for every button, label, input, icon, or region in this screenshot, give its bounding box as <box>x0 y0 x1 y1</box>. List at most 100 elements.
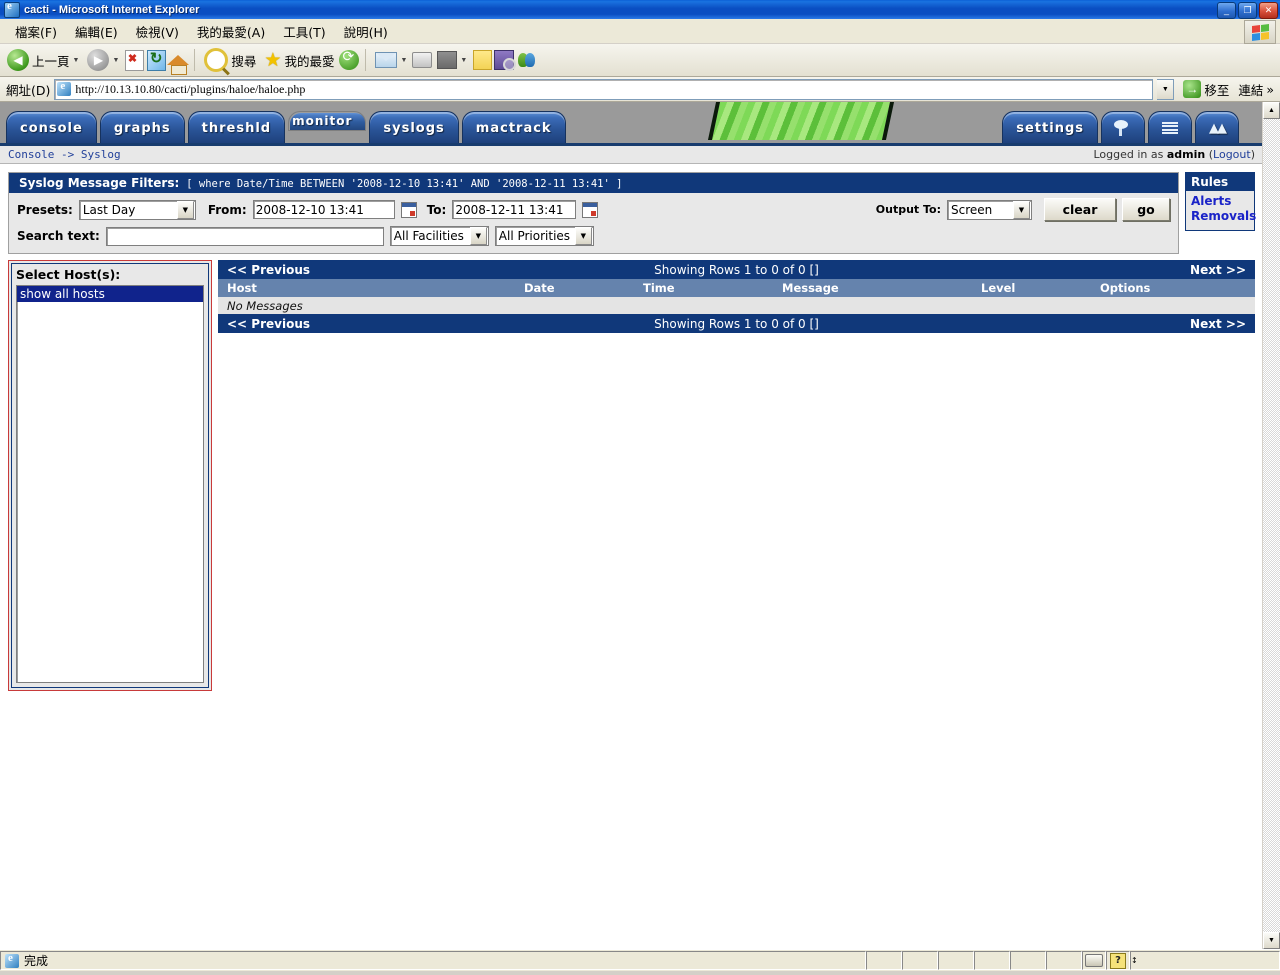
col-message[interactable]: Message <box>773 281 972 295</box>
from-calendar-icon[interactable] <box>400 201 417 218</box>
scroll-down-button[interactable]: ▼ <box>1263 932 1280 949</box>
breadcrumb[interactable]: Console -> Syslog <box>8 148 121 161</box>
maximize-button[interactable]: ❐ <box>1238 2 1257 19</box>
forward-button[interactable]: ▶ ▼ <box>84 47 122 73</box>
refresh-button[interactable] <box>146 49 166 71</box>
from-input[interactable]: 2008-12-10 13:41 <box>252 200 395 219</box>
col-date[interactable]: Date <box>515 281 634 295</box>
close-button[interactable]: ✕ <box>1259 2 1278 19</box>
next-link-top[interactable]: Next >> <box>1190 263 1246 277</box>
menu-file[interactable]: 檔案(F) <box>6 19 66 44</box>
chevron-down-icon: ▼ <box>574 227 592 245</box>
updown-icon: ↕ <box>1131 955 1138 965</box>
tab-list-button[interactable] <box>1148 111 1192 143</box>
notes-button[interactable] <box>472 50 492 70</box>
menu-view[interactable]: 檢視(V) <box>127 19 188 44</box>
facilities-select[interactable]: All Facilities ▼ <box>389 226 489 246</box>
logout-open-paren: ( <box>1205 148 1214 161</box>
links-button[interactable]: 連結 » <box>1238 80 1278 99</box>
filter-panel-body: Presets: Last Day ▼ From: 2008-12-10 13:… <box>9 193 1178 253</box>
media-button[interactable] <box>339 48 360 70</box>
previous-link-bottom[interactable]: << Previous <box>227 317 310 331</box>
syslog-results-table: << Previous Showing Rows 1 to 0 of 0 [] … <box>218 260 1255 333</box>
logout-link[interactable]: Logout <box>1213 148 1251 161</box>
address-url-text: http://10.13.10.80/cacti/plugins/haloe/h… <box>75 81 306 96</box>
address-input[interactable]: http://10.13.10.80/cacti/plugins/haloe/h… <box>54 78 1154 100</box>
to-input[interactable]: 2008-12-11 13:41 <box>452 200 577 219</box>
presets-select[interactable]: Last Day ▼ <box>78 199 196 220</box>
help-status-icon[interactable]: ? <box>1106 951 1130 970</box>
col-host[interactable]: Host <box>218 281 515 295</box>
menu-bar: 檔案(F) 編輯(E) 檢視(V) 我的最愛(A) 工具(T) 說明(H) <box>0 19 1280 44</box>
minimize-button[interactable]: _ <box>1217 2 1236 19</box>
edit-button[interactable]: ▼ <box>434 49 470 71</box>
messenger-button[interactable] <box>516 50 536 70</box>
toolbar-divider-2 <box>365 49 367 71</box>
menu-tools[interactable]: 工具(T) <box>274 19 334 44</box>
mail-dropdown-icon[interactable]: ▼ <box>400 57 407 64</box>
back-button-label: 上一頁 <box>32 53 70 69</box>
login-status: Logged in as admin (Logout) <box>1093 148 1255 161</box>
print-button[interactable] <box>412 50 433 70</box>
login-prefix: Logged in as <box>1093 148 1164 161</box>
filter-panel-header: Syslog Message Filters: [ where Date/Tim… <box>9 173 1178 193</box>
address-dropdown-icon[interactable]: ▼ <box>1157 78 1175 100</box>
col-level[interactable]: Level <box>972 281 1091 295</box>
status-bar: 完成 ? ↕ <box>0 949 1280 971</box>
page-scrollbar[interactable]: ▲ ▼ <box>1262 102 1280 949</box>
search-button[interactable]: 搜尋 <box>201 46 259 74</box>
host-listbox[interactable]: show all hosts <box>16 285 204 683</box>
tab-syslogs[interactable]: syslogs <box>369 111 459 143</box>
host-option-show-all[interactable]: show all hosts <box>17 286 203 302</box>
clear-button[interactable]: clear <box>1044 198 1116 221</box>
previous-link-top[interactable]: << Previous <box>227 263 310 277</box>
keyboard-status-icon[interactable] <box>1082 951 1106 970</box>
priorities-select[interactable]: All Priorities ▼ <box>494 226 594 246</box>
scroll-up-button[interactable]: ▲ <box>1263 102 1280 119</box>
page-favicon-icon <box>57 80 72 96</box>
note-icon <box>472 50 492 70</box>
forward-dropdown-icon[interactable]: ▼ <box>112 57 119 64</box>
stop-button[interactable] <box>124 49 144 71</box>
edit-dropdown-icon[interactable]: ▼ <box>460 57 467 64</box>
tab-threshld[interactable]: threshld <box>187 111 286 143</box>
home-button[interactable] <box>167 50 190 75</box>
messenger-icon <box>517 53 535 67</box>
tab-mactrack[interactable]: mactrack <box>461 111 566 143</box>
search-text-input[interactable] <box>105 226 384 246</box>
tab-console[interactable]: console <box>6 111 97 143</box>
rules-link-alerts[interactable]: Alerts <box>1191 194 1249 209</box>
research-button[interactable] <box>494 50 517 71</box>
zone-status-cell[interactable]: ↕ <box>1130 951 1280 970</box>
tab-monitor[interactable]: monitor <box>288 111 367 131</box>
tab-settings[interactable]: settings <box>1002 111 1098 143</box>
menu-favorites[interactable]: 我的最愛(A) <box>188 19 274 44</box>
tab-graphs[interactable]: graphs <box>99 111 185 143</box>
browser-viewport: console graphs threshld monitor syslogs … <box>0 102 1280 949</box>
presets-select-value: Last Day <box>82 202 136 217</box>
facilities-select-value: All Facilities <box>393 229 464 243</box>
mail-button[interactable]: ▼ <box>372 50 410 70</box>
forward-arrow-icon: ▶ <box>87 49 110 71</box>
go-button[interactable]: → 移至 <box>1178 80 1234 99</box>
cacti-tab-group-right: settings ▲▲ <box>1002 111 1239 143</box>
menu-edit[interactable]: 編輯(E) <box>66 19 127 44</box>
rules-link-removals[interactable]: Removals <box>1191 209 1256 224</box>
go-filter-button[interactable]: go <box>1122 198 1170 221</box>
back-button[interactable]: ◀ 上一頁 ▼ <box>4 47 82 73</box>
menu-help[interactable]: 說明(H) <box>335 19 397 44</box>
window-titlebar: cacti - Microsoft Internet Explorer _ ❐ … <box>0 0 1280 19</box>
tab-tree-button[interactable] <box>1101 111 1145 143</box>
next-link-bottom[interactable]: Next >> <box>1190 317 1246 331</box>
tab-graph-button[interactable]: ▲▲ <box>1195 111 1239 143</box>
status-text: 完成 <box>24 954 49 968</box>
filter-panel-title: Syslog Message Filters: <box>19 176 180 190</box>
output-to-select[interactable]: Screen ▼ <box>947 199 1032 220</box>
favorites-button[interactable]: ★ 我的最愛 <box>261 49 337 72</box>
col-time[interactable]: Time <box>634 281 773 295</box>
back-dropdown-icon[interactable]: ▼ <box>73 57 80 64</box>
breadcrumb-bar: Console -> Syslog Logged in as admin (Lo… <box>0 146 1263 164</box>
to-calendar-icon[interactable] <box>582 201 599 218</box>
pagination-bottom: << Previous Showing Rows 1 to 0 of 0 [] … <box>218 314 1255 333</box>
no-messages-text: No Messages <box>227 298 303 313</box>
